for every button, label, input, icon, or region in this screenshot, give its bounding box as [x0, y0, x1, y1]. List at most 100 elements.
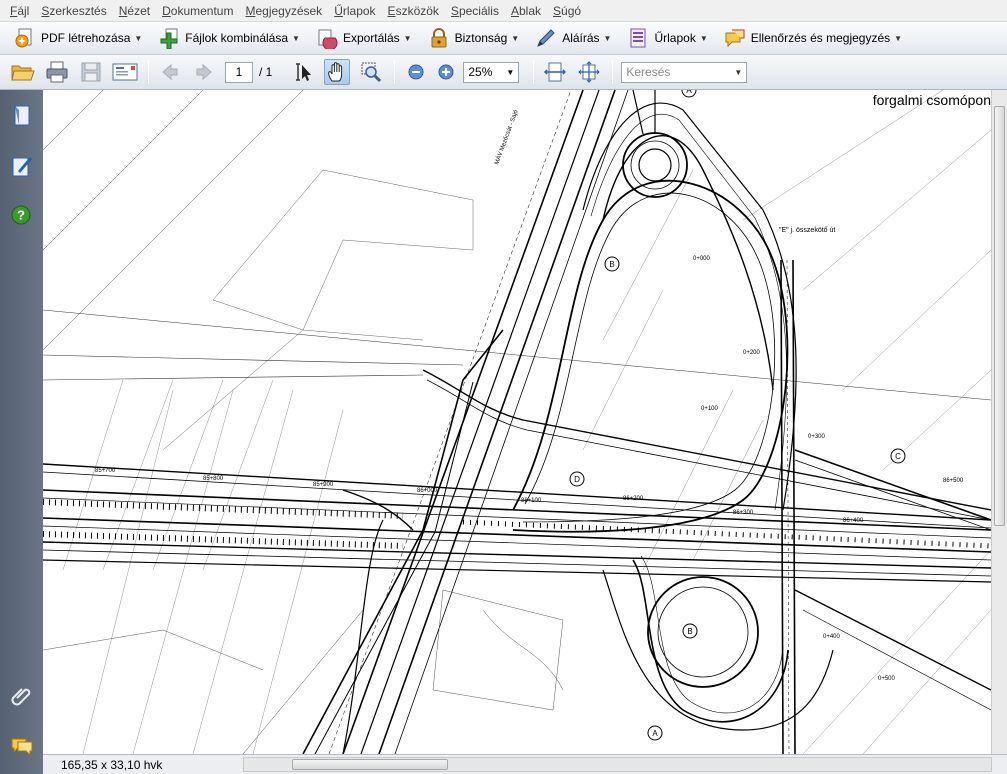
- floppy-disk-icon: [81, 62, 101, 82]
- vertical-scrollbar[interactable]: [991, 90, 1007, 754]
- document-view[interactable]: B B C D A A 85+700 85+800 85+900 86+000 …: [43, 90, 991, 754]
- horizontal-scrollbar[interactable]: [243, 757, 992, 772]
- pen-icon: [535, 27, 557, 49]
- chainage-label: 86+300: [733, 510, 754, 516]
- status-bar: 165,35 x 33,10 hvk: [43, 754, 1007, 774]
- lock-icon: [428, 27, 450, 49]
- create-pdf-icon: [14, 27, 36, 49]
- toolbar-separator: [394, 60, 396, 84]
- drawing-title: forgalmi csomópon: [872, 92, 991, 108]
- chainage-label: 86+000: [417, 488, 438, 494]
- signatures-panel-button[interactable]: [10, 154, 34, 178]
- forms-button[interactable]: Űrlapok ▼: [621, 24, 713, 52]
- fit-page-button[interactable]: [576, 59, 602, 85]
- chainage-label: 86+100: [521, 498, 542, 504]
- select-tool-button[interactable]: [290, 59, 316, 85]
- menu-file[interactable]: Fájl: [4, 1, 35, 21]
- navigation-pane: ?: [0, 90, 43, 774]
- zoom-magnifier-icon: [361, 62, 382, 83]
- zoom-level-select[interactable]: 25% ▼: [463, 61, 520, 83]
- chainage-label: 0+400: [823, 634, 841, 640]
- marker-a-upper: A: [686, 90, 692, 95]
- zoom-in-icon: [438, 64, 454, 80]
- hand-tool-button[interactable]: [324, 59, 351, 85]
- toolbar-separator: [612, 60, 614, 84]
- hand-icon: [328, 62, 343, 82]
- arrow-up-icon: [162, 63, 178, 81]
- zoom-out-button[interactable]: [403, 59, 429, 85]
- text-select-cursor-icon: [296, 63, 312, 81]
- fit-page-icon: [578, 61, 601, 83]
- arrow-down-icon: [196, 63, 212, 81]
- vertical-scroll-thumb[interactable]: [994, 106, 1005, 526]
- marquee-zoom-button[interactable]: [358, 59, 384, 85]
- printer-icon: [46, 61, 68, 83]
- menu-window[interactable]: Ablak: [505, 1, 547, 21]
- menu-advanced[interactable]: Speciális: [445, 1, 505, 21]
- paperclip-icon: [11, 688, 31, 706]
- menu-document[interactable]: Dokumentum: [156, 1, 239, 21]
- fit-width-button[interactable]: [542, 59, 568, 85]
- form-icon: [627, 27, 649, 49]
- chainage-label: 0+500: [878, 676, 896, 682]
- menu-forms[interactable]: Űrlapok: [328, 1, 381, 21]
- print-button[interactable]: [44, 59, 70, 85]
- comments-icon: [11, 738, 33, 757]
- toolbar-separator: [533, 60, 535, 84]
- chainage-label: 86+500: [943, 478, 964, 484]
- save-button[interactable]: [78, 59, 104, 85]
- chevron-down-icon: ▼: [734, 67, 743, 77]
- zoom-in-button[interactable]: [433, 59, 459, 85]
- search-input[interactable]: Keresés ▼: [621, 61, 748, 83]
- menu-tools[interactable]: Eszközök: [382, 1, 445, 21]
- help-button[interactable]: ?: [10, 204, 34, 228]
- email-icon: [112, 63, 138, 81]
- pages-icon: [14, 105, 30, 126]
- horizontal-scroll-thumb[interactable]: [292, 759, 448, 770]
- marker-a-lower: A: [652, 729, 658, 738]
- zoom-out-icon: [408, 64, 424, 80]
- folder-open-icon: [11, 65, 35, 81]
- marker-d: D: [574, 475, 580, 484]
- page-number-input[interactable]: 1: [225, 61, 253, 83]
- comment-bubble-icon: [724, 27, 746, 49]
- menu-comments[interactable]: Megjegyzések: [239, 1, 328, 21]
- sign-button[interactable]: Aláírás ▼: [529, 24, 617, 52]
- chainage-label: 86+200: [623, 496, 644, 502]
- email-button[interactable]: [112, 59, 138, 85]
- road-label: "E" j. összekötő út: [779, 227, 835, 234]
- pages-panel-button[interactable]: [10, 104, 34, 128]
- menu-view[interactable]: Nézet: [113, 1, 156, 21]
- toolbar-separator: [148, 60, 149, 84]
- review-comment-button[interactable]: Ellenőrzés és megjegyzés ▼: [718, 24, 908, 52]
- menu-help[interactable]: Súgó: [547, 1, 587, 21]
- comments-panel-button[interactable]: [10, 734, 34, 758]
- task-toolbar: PDF létrehozása ▼ Fájlok kombinálása ▼ Exp…: [0, 22, 1007, 55]
- chainage-label: 85+700: [95, 468, 116, 474]
- security-button[interactable]: Biztonság ▼: [422, 24, 526, 52]
- export-icon: [316, 27, 338, 51]
- attachments-panel-button[interactable]: [10, 684, 34, 708]
- marker-b-upper: B: [609, 260, 614, 269]
- chainage-label: 86+400: [843, 518, 864, 524]
- fit-width-icon: [544, 62, 567, 82]
- chainage-label: 0+100: [701, 406, 719, 412]
- chainage-label: 0+000: [693, 256, 711, 262]
- create-pdf-button[interactable]: PDF létrehozása ▼: [8, 24, 148, 52]
- marker-b-lower: B: [687, 627, 692, 636]
- chevron-down-icon: ▼: [506, 67, 515, 77]
- menu-edit[interactable]: Szerkesztés: [35, 1, 112, 21]
- open-button[interactable]: [10, 59, 36, 85]
- previous-page-button[interactable]: [157, 59, 183, 85]
- combine-files-icon: [158, 27, 180, 50]
- next-page-button[interactable]: [191, 59, 217, 85]
- marker-c: C: [895, 452, 901, 461]
- chainage-label: 85+900: [313, 482, 334, 488]
- railway-label: MÁV Mezőcsát - Sajó: [493, 108, 520, 165]
- export-button[interactable]: Exportálás ▼: [310, 24, 418, 52]
- combine-files-button[interactable]: Fájlok kombinálása ▼: [152, 24, 306, 52]
- engineering-drawing: B B C D A A 85+700 85+800 85+900 86+000 …: [43, 90, 991, 754]
- navigation-toolbar: 1 / 1 25% ▼ Keresés ▼: [0, 55, 1007, 90]
- page-dimensions: 165,35 x 33,10 hvk: [61, 757, 163, 772]
- help-icon: ?: [11, 205, 31, 225]
